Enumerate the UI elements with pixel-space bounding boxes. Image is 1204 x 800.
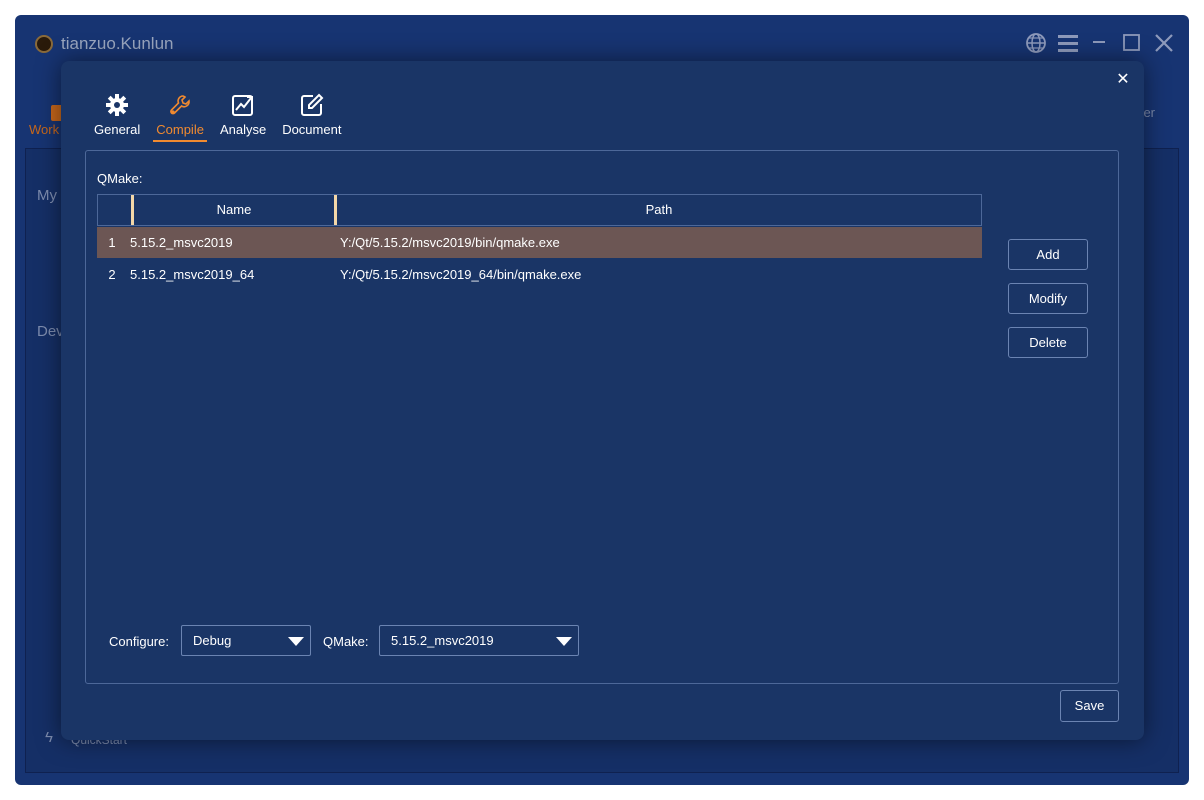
tab-label: Analyse [219, 122, 267, 137]
background-label-er: er [1143, 105, 1155, 120]
configure-label: Configure: [109, 634, 169, 649]
column-header-path[interactable]: Path [337, 195, 981, 225]
wrench-icon [168, 93, 192, 117]
tab-analyse[interactable]: Analyse [217, 93, 269, 142]
app-title: tianzuo.Kunlun [61, 34, 174, 53]
column-header-name[interactable]: Name [134, 195, 337, 225]
qmake-table: Name Path 1 5.15.2_msvc2019 Y:/Qt/5.15.2… [97, 194, 982, 584]
column-header-index [98, 195, 134, 225]
qmake-select[interactable]: 5.15.2_msvc2019 [379, 625, 579, 656]
dropdown-arrow-icon [288, 637, 304, 646]
app-logo [35, 35, 53, 53]
window-controls [1025, 32, 1175, 58]
window-close-icon[interactable] [1153, 32, 1175, 58]
qmake-section-label: QMake: [97, 171, 143, 186]
row-index: 2 [108, 267, 116, 282]
tab-bar: General Compile Analyse Document [91, 93, 344, 142]
save-button[interactable]: Save [1060, 690, 1119, 722]
tab-general[interactable]: General [91, 93, 143, 142]
maximize-icon[interactable] [1121, 32, 1143, 58]
settings-dialog: ✕ General Compile Analyse Document QMake… [61, 61, 1144, 740]
qmake-select-label: QMake: [323, 634, 369, 649]
menu-icon[interactable] [1057, 32, 1079, 58]
minimize-icon[interactable] [1089, 32, 1111, 58]
qmake-select-value: 5.15.2_msvc2019 [391, 633, 494, 648]
table-row[interactable]: 2 5.15.2_msvc2019_64 Y:/Qt/5.15.2/msvc20… [97, 259, 982, 290]
table-row[interactable]: 1 5.15.2_msvc2019 Y:/Qt/5.15.2/msvc2019/… [97, 227, 982, 258]
chart-icon [231, 93, 255, 117]
workspace-label: Work [29, 122, 60, 137]
gear-icon [105, 93, 129, 117]
row-index: 1 [108, 235, 116, 250]
row-path: Y:/Qt/5.15.2/msvc2019/bin/qmake.exe [340, 235, 560, 250]
dropdown-arrow-icon [556, 637, 572, 646]
row-path: Y:/Qt/5.15.2/msvc2019_64/bin/qmake.exe [340, 267, 582, 282]
table-header: Name Path [97, 194, 982, 226]
add-button[interactable]: Add [1008, 239, 1088, 270]
dialog-close-button[interactable]: ✕ [1112, 69, 1134, 91]
tab-label: General [94, 122, 141, 137]
tab-label: Compile [156, 122, 204, 137]
lightning-icon: ϟ [45, 729, 53, 746]
background-label-my: My [37, 187, 57, 204]
globe-icon[interactable] [1025, 32, 1047, 58]
tab-compile[interactable]: Compile [153, 93, 207, 142]
row-name: 5.15.2_msvc2019_64 [130, 267, 255, 282]
tab-document[interactable]: Document [279, 93, 344, 142]
modify-button[interactable]: Modify [1008, 283, 1088, 314]
background-label-dev: Dev [37, 323, 64, 340]
configure-select[interactable]: Debug [181, 625, 311, 656]
tab-label: Document [282, 122, 342, 137]
compile-panel: QMake: Name Path 1 5.15.2_msvc2019 Y:/Qt… [85, 150, 1119, 684]
edit-icon [300, 93, 324, 117]
row-name: 5.15.2_msvc2019 [130, 235, 233, 250]
configure-select-value: Debug [193, 633, 232, 648]
delete-button[interactable]: Delete [1008, 327, 1088, 358]
